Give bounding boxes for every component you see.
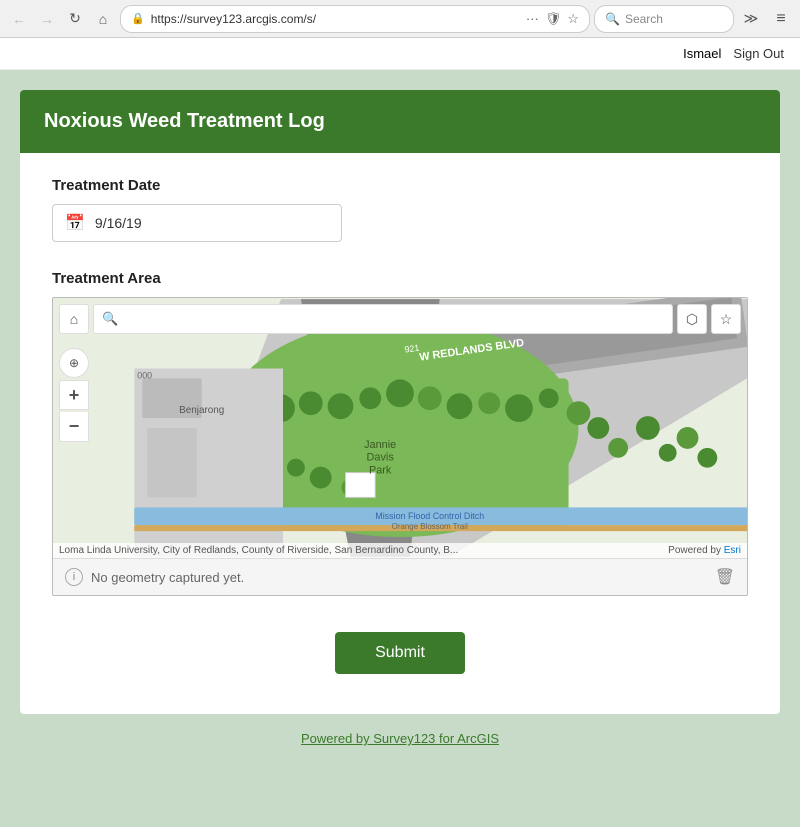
submit-button[interactable]: Submit [335, 632, 465, 674]
nav-buttons: ← → ↻ ⌂ [6, 6, 116, 32]
map-attribution: Loma Linda University, City of Redlands,… [53, 543, 747, 558]
address-bar[interactable]: 🔒 https://survey123.arcgis.com/s/ ··· 🛡 … [120, 5, 590, 33]
svg-text:Jannie: Jannie [364, 439, 396, 451]
search-icon: 🔍 [605, 12, 620, 26]
map-sketch-button[interactable]: ⬡ [677, 304, 707, 334]
treatment-date-group: Treatment Date 📅 9/16/19 [52, 177, 748, 242]
map-crosshair-button[interactable]: ⊕ [59, 348, 89, 378]
map-bookmark-button[interactable]: ☆ [711, 304, 741, 334]
map-footer-left: i No geometry captured yet. [65, 568, 244, 586]
lock-icon: 🔒 [131, 12, 145, 25]
delete-geometry-button[interactable]: 🗑 [715, 567, 735, 587]
calendar-icon: 📅 [65, 213, 85, 233]
attribution-text: Loma Linda University, City of Redlands,… [59, 545, 458, 556]
browser-toolbar: ← → ↻ ⌂ 🔒 https://survey123.arcgis.com/s… [0, 0, 800, 37]
form-card: Noxious Weed Treatment Log Treatment Dat… [20, 90, 780, 714]
svg-text:921: 921 [404, 343, 420, 355]
bookmark-icon[interactable]: ☆ [567, 11, 579, 27]
map-svg: W REDLANDS BLVD 921 Jannie Davis Park Be… [53, 298, 747, 558]
username-label: Ismael [683, 46, 721, 61]
esri-link[interactable]: Esri [724, 545, 741, 556]
powered-by-link[interactable]: Powered by Survey123 for ArcGIS [301, 731, 499, 746]
page-footer: Powered by Survey123 for ArcGIS [20, 714, 780, 764]
svg-text:Davis: Davis [367, 452, 395, 464]
date-value: 9/16/19 [95, 215, 142, 231]
date-input[interactable]: 📅 9/16/19 [52, 204, 342, 242]
zoom-in-button[interactable]: + [59, 380, 89, 410]
search-placeholder: Search [625, 12, 663, 26]
menu-button[interactable]: ≡ [768, 6, 794, 32]
no-geometry-text: No geometry captured yet. [91, 570, 244, 585]
map-home-button[interactable]: ⌂ [59, 304, 89, 334]
map-footer: i No geometry captured yet. 🗑 [53, 558, 747, 595]
svg-text:Orange Blossom Trail: Orange Blossom Trail [392, 522, 468, 531]
form-header: Noxious Weed Treatment Log [20, 90, 780, 153]
browser-search-bar[interactable]: 🔍 Search [594, 5, 734, 33]
map-search-box[interactable]: 🔍 [93, 304, 673, 334]
map-toolbar: ⌂ 🔍 ⬡ ☆ [53, 298, 747, 340]
forward-button[interactable]: → [34, 6, 60, 32]
more-button[interactable]: ··· [526, 11, 539, 26]
back-button[interactable]: ← [6, 6, 32, 32]
svg-text:Park: Park [369, 465, 392, 477]
extend-button[interactable]: ≫ [738, 6, 764, 32]
signout-link[interactable]: Sign Out [733, 46, 784, 61]
treatment-area-group: Treatment Area [52, 270, 748, 596]
svg-text:Mission Flood Control Ditch: Mission Flood Control Ditch [375, 511, 484, 521]
home-button[interactable]: ⌂ [90, 6, 116, 32]
info-icon: i [65, 568, 83, 586]
map-right-buttons: ⬡ ☆ [677, 304, 741, 334]
user-bar: Ismael Sign Out [0, 38, 800, 70]
map-zoom-controls: ⊕ + − [59, 348, 89, 442]
submit-area: Submit [52, 632, 748, 674]
svg-text:000: 000 [137, 370, 152, 380]
refresh-button[interactable]: ↻ [62, 6, 88, 32]
treatment-area-label: Treatment Area [52, 270, 748, 287]
page-wrapper: Noxious Weed Treatment Log Treatment Dat… [0, 70, 800, 820]
treatment-date-label: Treatment Date [52, 177, 748, 194]
powered-by-text: Powered by Esri [668, 545, 741, 556]
map-canvas[interactable]: W REDLANDS BLVD 921 Jannie Davis Park Be… [53, 298, 747, 558]
url-text: https://survey123.arcgis.com/s/ [151, 12, 520, 26]
svg-text:Benjarong: Benjarong [179, 405, 224, 416]
browser-chrome: ← → ↻ ⌂ 🔒 https://survey123.arcgis.com/s… [0, 0, 800, 38]
shield-icon: 🛡 [545, 11, 562, 27]
form-body: Treatment Date 📅 9/16/19 Treatment Area [20, 153, 780, 714]
map-search-icon: 🔍 [102, 311, 118, 327]
form-title: Noxious Weed Treatment Log [44, 110, 325, 132]
zoom-out-button[interactable]: − [59, 412, 89, 442]
map-container: W REDLANDS BLVD 921 Jannie Davis Park Be… [52, 297, 748, 596]
